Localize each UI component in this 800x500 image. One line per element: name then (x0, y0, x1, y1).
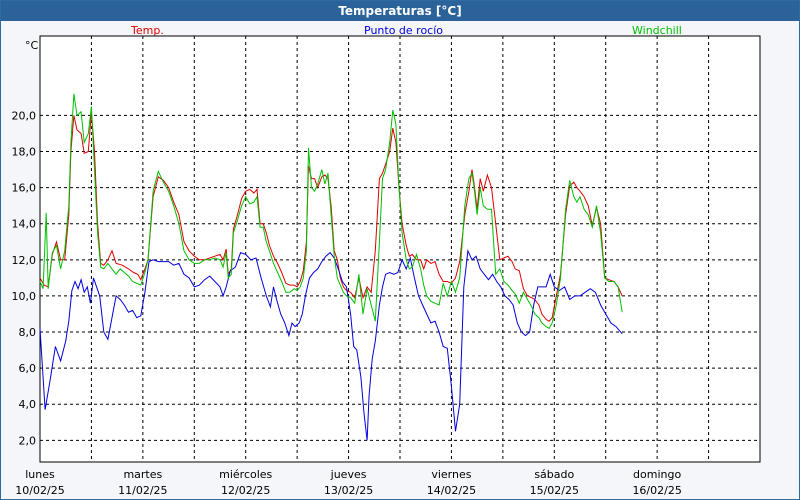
y-tick-label: 12,0 (12, 254, 37, 267)
y-axis: 2,0 4,0 6,0 8,0 10,0 12,0 14,0 16,0 18,0 20,0 (12, 109, 37, 447)
y-tick-label: 10,0 (12, 290, 37, 303)
x-tick-day: domingo (633, 468, 681, 481)
x-tick-day: martes (123, 468, 162, 481)
x-tick-day: lunes (25, 468, 55, 481)
x-tick-date: 14/02/25 (427, 484, 476, 497)
x-tick-date: 13/02/25 (324, 484, 373, 497)
y-tick-label: 4,0 (19, 398, 37, 411)
y-tick-label: 18,0 (12, 146, 37, 159)
x-tick-date: 11/02/25 (118, 484, 167, 497)
y-tick-label: 20,0 (12, 109, 37, 122)
x-tick-date: 10/02/25 (15, 484, 64, 497)
x-tick-date: 15/02/25 (530, 484, 579, 497)
x-tick-day: jueves (330, 468, 367, 481)
x-tick-day: sábado (534, 468, 574, 481)
y-tick-label: 16,0 (12, 182, 37, 195)
y-tick-label: 6,0 (19, 362, 37, 375)
y-tick-label: 2,0 (19, 434, 37, 447)
y-tick-label: 8,0 (19, 326, 37, 339)
y-axis-unit: °C (25, 39, 39, 52)
x-tick-date: 12/02/25 (221, 484, 270, 497)
x-axis: lunes 10/02/25 martes 11/02/25 miércoles 12/0… (15, 468, 682, 497)
y-tick-label: 14,0 (12, 218, 37, 231)
temperature-chart: 2,0 4,0 6,0 8,0 10,0 12,0 14,0 16,0 18,0 20,0 lun… (12, 35, 761, 497)
x-tick-day: viernes (431, 468, 471, 481)
x-tick-day: miércoles (219, 468, 272, 481)
x-tick-date: 16/02/25 (632, 484, 681, 497)
